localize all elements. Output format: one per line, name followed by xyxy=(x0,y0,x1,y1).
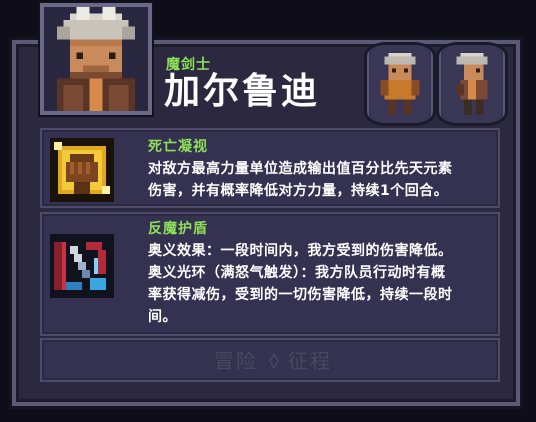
skill-panel-anti-magic-shield: 反魔护盾 奥义效果：一段时间内，我方受到的伤害降低。 奥义光环（满怒气触发）：我… xyxy=(40,212,500,336)
skill-description-line: 间。 xyxy=(148,309,177,325)
skill-description-line: 奥义效果：一段时间内，我方受到的伤害降低。 xyxy=(148,243,453,259)
svg-text:征程: 征程 xyxy=(288,349,332,373)
hero-skin-casual-button[interactable] xyxy=(436,42,508,126)
white-haired-warrior-portrait-icon xyxy=(44,7,148,111)
anti-magic-shield-icon[interactable] xyxy=(50,234,114,298)
skill-description-line: 对敌方最高力量单位造成输出值百分比先天元素 xyxy=(148,161,453,177)
hero-skin-casual-icon xyxy=(440,45,504,123)
skill-description-line: 奥义光环（满怒气触发）：我方队员行动时有概 xyxy=(148,265,446,281)
skill-description-line: 伤害，并有概率降低对方力量，持续1个回合。 xyxy=(148,183,449,199)
skill-name-death-gaze: 死亡凝视 xyxy=(148,139,208,155)
game-logo-watermark: 冒险 征程 xyxy=(208,344,348,378)
hero-name: 加尔鲁迪 xyxy=(164,71,321,112)
skill-name-anti-magic-shield: 反魔护盾 xyxy=(148,221,208,237)
hero-portrait[interactable] xyxy=(40,3,152,115)
skill-description-anti-magic-shield: 奥义效果：一段时间内，我方受到的伤害降低。 奥义光环（满怒气触发）：我方队员行动… xyxy=(148,240,498,328)
skill-panel-death-gaze: 死亡凝视 对敌方最高力量单位造成输出值百分比先天元素 伤害，并有概率降低对方力量… xyxy=(40,128,500,208)
golden-fist-icon[interactable] xyxy=(50,138,114,202)
skill-description-death-gaze: 对敌方最高力量单位造成输出值百分比先天元素 伤害，并有概率降低对方力量，持续1个… xyxy=(148,158,498,202)
skill-description-line: 率获得减伤，受到的一切伤害降低，持续一段时 xyxy=(148,287,453,303)
hero-skin-armor-icon xyxy=(368,45,432,123)
hero-skin-armor-button[interactable] xyxy=(364,42,436,126)
svg-text:冒险: 冒险 xyxy=(214,349,258,373)
